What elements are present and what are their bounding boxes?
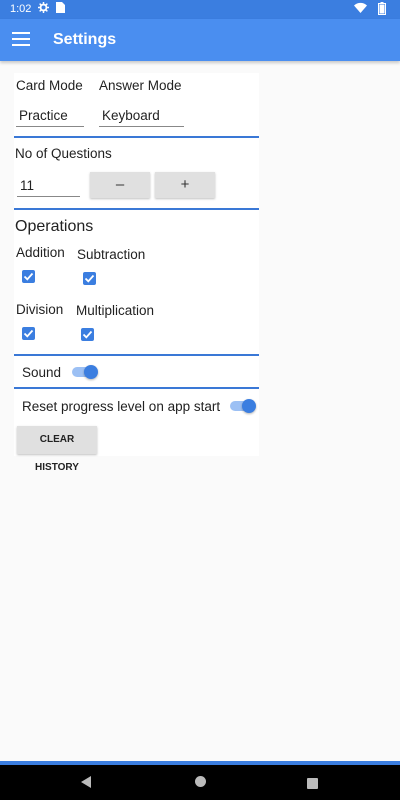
sound-toggle[interactable] [72, 365, 98, 379]
answer-mode-select[interactable]: Keyboard [99, 108, 184, 127]
increment-button[interactable]: + [155, 172, 215, 198]
card-mode-select[interactable]: Practice [16, 108, 84, 127]
answer-mode-label: Answer Mode [99, 78, 182, 93]
clear-history-button[interactable]: CLEAR HISTORY [17, 426, 97, 473]
app-bar: Settings [0, 19, 400, 61]
division-label: Division [16, 302, 64, 317]
sim-icon [56, 2, 65, 16]
subtraction-label: Subtraction [77, 247, 146, 262]
divider [14, 354, 259, 356]
system-nav-bar [0, 765, 400, 800]
addition-checkbox[interactable] [22, 270, 35, 283]
operations-heading: Operations [15, 218, 94, 235]
recents-icon[interactable] [307, 776, 318, 794]
home-icon[interactable] [194, 775, 207, 793]
hamburger-menu-icon[interactable] [12, 32, 30, 46]
decrement-button[interactable]: – [90, 172, 150, 198]
gear-icon [38, 2, 49, 16]
card-mode-label: Card Mode [16, 78, 83, 93]
multiplication-label: Multiplication [76, 303, 155, 318]
divider [14, 136, 259, 138]
page-title: Settings [53, 31, 117, 48]
battery-icon [378, 2, 386, 18]
settings-card: Card Mode Answer Mode Practice Keyboard … [14, 73, 259, 473]
multiplication-checkbox[interactable] [81, 328, 94, 341]
reset-progress-label: Reset progress level on app start [22, 399, 221, 414]
wifi-icon [354, 2, 367, 16]
back-icon[interactable] [80, 775, 92, 794]
subtraction-checkbox[interactable] [83, 272, 96, 285]
status-bar: 1:02 [0, 0, 400, 19]
addition-label: Addition [16, 245, 65, 260]
questions-input[interactable]: 11 [17, 178, 80, 197]
divider [14, 208, 259, 210]
division-checkbox[interactable] [22, 327, 35, 340]
questions-label: No of Questions [15, 146, 112, 161]
reset-progress-toggle[interactable] [230, 399, 256, 413]
status-time: 1:02 [10, 3, 32, 15]
sound-label: Sound [22, 365, 62, 380]
divider [14, 387, 259, 389]
